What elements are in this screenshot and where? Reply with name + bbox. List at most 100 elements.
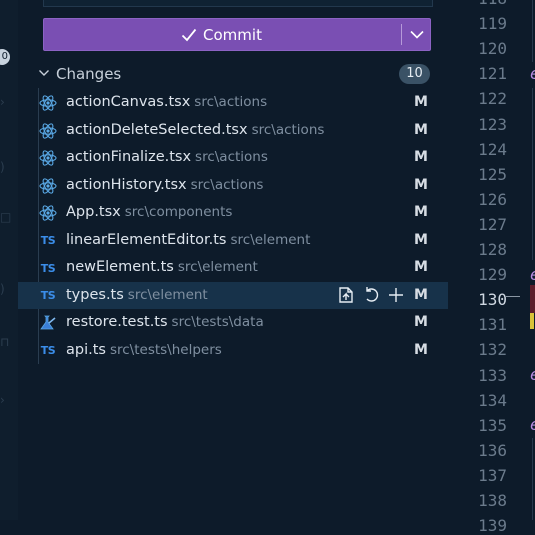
file-icon-slot <box>39 177 57 195</box>
discard-changes-button[interactable] <box>361 286 380 305</box>
file-path: src\actions <box>251 121 325 138</box>
line-number: 121 <box>478 64 507 84</box>
chevron-down-icon <box>409 30 424 39</box>
file-icon-slot <box>39 122 57 140</box>
file-label: actionCanvas.tsx src\actions <box>66 94 267 110</box>
file-label: App.tsx src\components <box>66 204 232 220</box>
changed-file-row[interactable]: TS linearElementEditor.ts src\element M <box>18 227 448 254</box>
changed-file-row[interactable]: TS types.ts src\element M <box>18 281 448 309</box>
file-path: src\tests\helpers <box>109 341 222 358</box>
typescript-icon: TS <box>40 261 56 275</box>
line-number: 130 <box>478 290 507 310</box>
indent-guide <box>532 0 533 62</box>
changes-count-badge: 10 <box>399 64 430 84</box>
file-label: types.ts src\element <box>66 287 208 303</box>
commit-dropdown-button[interactable] <box>402 19 431 50</box>
activity-icon[interactable]: ⊓ <box>0 335 9 349</box>
file-name: actionDeleteSelected.tsx <box>66 121 248 138</box>
file-path: src\components <box>124 204 233 220</box>
modified-status: M <box>414 121 428 138</box>
changed-file-row[interactable]: actionHistory.tsx src\actions M <box>18 172 448 199</box>
changed-file-row[interactable]: actionDeleteSelected.tsx src\actions M <box>18 117 448 144</box>
line-number: 120 <box>478 39 507 59</box>
code-glyph: e <box>530 415 535 434</box>
file-name: restore.test.ts <box>66 314 168 330</box>
changed-file-row[interactable]: App.tsx src\components M <box>18 199 448 226</box>
check-icon <box>181 28 197 41</box>
file-icon-slot: TS <box>39 232 57 250</box>
editor-gutter: 118 119 120 121 122 123 124 125 126 127 128 129 130 1… <box>448 0 535 535</box>
modified-status: M <box>414 176 428 193</box>
file-path: src\tests\data <box>171 314 264 330</box>
modified-status: M <box>414 286 428 303</box>
modified-status: M <box>414 204 428 220</box>
react-icon <box>39 122 57 139</box>
line-number: 127 <box>478 214 507 234</box>
file-label: api.ts src\tests\helpers <box>66 342 222 358</box>
activity-icon[interactable]: › <box>0 95 8 109</box>
file-name: actionHistory.tsx <box>66 176 187 193</box>
changed-file-row[interactable]: TS newElement.ts src\element M <box>18 254 448 281</box>
line-number: 139 <box>478 516 507 535</box>
typescript-icon: TS <box>40 289 56 302</box>
line-number: 131 <box>478 315 507 335</box>
stage-changes-button[interactable] <box>386 286 405 305</box>
file-path: src\element <box>127 286 208 303</box>
open-file-icon <box>338 287 353 303</box>
commit-message-input[interactable] <box>43 0 433 7</box>
commit-button-group: Commit <box>43 18 431 51</box>
file-name: linearElementEditor.ts <box>66 231 227 248</box>
activity-icon[interactable]: □ <box>0 210 11 224</box>
line-number: 123 <box>478 114 507 134</box>
diff-removed-marker <box>530 285 535 313</box>
commit-button[interactable]: Commit <box>44 19 399 50</box>
file-path: src\element <box>177 259 258 275</box>
file-path: src\actions <box>195 149 268 165</box>
activity-icon[interactable]: › <box>0 393 8 407</box>
file-name: actionFinalize.tsx <box>66 149 192 165</box>
line-number: 118 <box>473 0 507 8</box>
activity-icon[interactable]: ) <box>0 160 8 174</box>
file-icon-slot <box>39 314 57 332</box>
file-name: types.ts <box>66 286 124 303</box>
react-icon <box>39 205 57 221</box>
line-number: 128 <box>478 240 507 259</box>
line-number: 137 <box>478 465 507 485</box>
file-name: newElement.ts <box>66 259 174 275</box>
file-path: src\element <box>230 231 311 248</box>
code-glyph: e <box>530 365 535 384</box>
changed-file-row[interactable]: TS api.ts src\tests\helpers M <box>18 337 448 364</box>
changed-file-row[interactable]: restore.test.ts src\tests\data M <box>18 309 448 336</box>
line-number: 134 <box>478 390 507 410</box>
file-icon-slot <box>39 94 57 112</box>
line-number: 125 <box>478 164 507 184</box>
line-number: 126 <box>478 189 507 209</box>
discard-changes-icon <box>365 287 378 302</box>
file-label: actionDeleteSelected.tsx src\actions <box>66 122 324 138</box>
activity-icon[interactable]: ) <box>0 282 8 296</box>
fold-dash <box>506 296 520 297</box>
code-glyph: e <box>530 64 535 83</box>
file-path: src\actions <box>190 176 264 193</box>
file-icon-slot <box>39 149 57 167</box>
file-name: actionCanvas.tsx <box>66 94 191 110</box>
diff-modified-marker <box>530 313 534 329</box>
modified-status: M <box>414 259 428 275</box>
line-number: 132 <box>478 340 507 360</box>
open-file-button[interactable] <box>336 286 355 305</box>
changed-file-row[interactable]: actionCanvas.tsx src\actions M <box>18 89 448 116</box>
modified-status: M <box>414 149 428 165</box>
changed-file-row[interactable]: actionFinalize.tsx src\actions M <box>18 144 448 171</box>
line-number: 122 <box>478 89 507 109</box>
modified-status: M <box>414 231 428 248</box>
line-number: 119 <box>478 14 507 34</box>
react-icon <box>39 177 57 194</box>
commit-label: Commit <box>203 25 262 44</box>
row-actions <box>336 286 405 305</box>
file-label: newElement.ts src\element <box>66 259 258 275</box>
changes-section-header[interactable]: Changes 10 <box>18 62 448 86</box>
line-number: 138 <box>478 491 507 510</box>
file-label: restore.test.ts src\tests\data <box>66 314 264 330</box>
activity-bar: 0 › ) □ ) ⊓ › <box>0 0 18 520</box>
file-name: App.tsx <box>66 204 121 220</box>
